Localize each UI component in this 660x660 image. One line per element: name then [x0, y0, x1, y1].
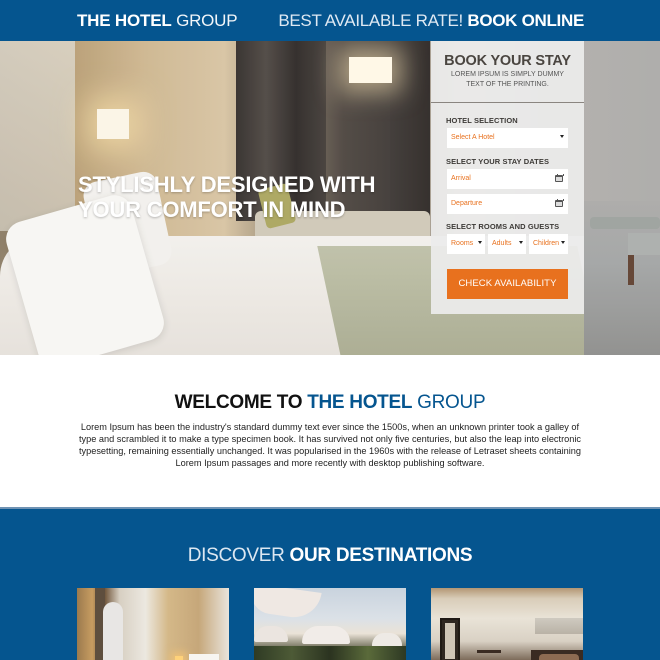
- booking-subtitle-line2: TEXT OF THE PRINTING.: [466, 80, 549, 88]
- welcome-body: Lorem Ipsum has been the industry's stan…: [78, 422, 582, 468]
- welcome-title: WELCOME TO THE HOTEL GROUP: [0, 392, 660, 414]
- hotel-select[interactable]: Select A Hotel: [447, 128, 568, 148]
- brand-logo[interactable]: THE HOTEL GROUP: [77, 11, 238, 31]
- card-door-hanger: [103, 602, 123, 660]
- rooms-guests-label: SELECT ROOMS AND GUESTS: [446, 222, 560, 231]
- hero-headline: STYLISHLY DESIGNED WITH YOUR COMFORT IN …: [78, 172, 376, 222]
- card-umbrella: [372, 633, 402, 647]
- card-umbrella: [254, 588, 322, 621]
- booking-form: BOOK YOUR STAY LOREM IPSUM IS SIMPLY DUM…: [431, 41, 584, 314]
- destination-card-1[interactable]: [77, 588, 229, 660]
- book-online-link[interactable]: BOOK ONLINE: [467, 11, 584, 30]
- check-availability-button[interactable]: CHECK AVAILABILITY: [447, 269, 568, 299]
- booking-subtitle: LOREM IPSUM IS SIMPLY DUMMY TEXT OF THE …: [431, 70, 584, 89]
- arrival-placeholder: Arrival: [451, 175, 471, 182]
- card-mirror: [440, 618, 460, 660]
- rate-banner: BEST AVAILABLE RATE! BOOK ONLINE: [278, 11, 584, 31]
- hotel-selection-label: HOTEL SELECTION: [446, 116, 518, 125]
- children-select-value: Children: [533, 240, 560, 247]
- brand-name-bold: THE HOTEL: [77, 11, 172, 30]
- welcome-title-brand-light: GROUP: [417, 392, 486, 413]
- card-umbrella: [254, 626, 288, 642]
- welcome-title-brand-bold: THE HOTEL: [307, 392, 413, 413]
- children-select[interactable]: Children: [529, 234, 568, 254]
- card-umbrella: [302, 626, 350, 644]
- card-artwork: [535, 618, 583, 634]
- card-shelf: [477, 650, 501, 653]
- welcome-title-dark: WELCOME TO: [174, 392, 303, 413]
- booking-subtitle-line1: LOREM IPSUM IS SIMPLY DUMMY: [451, 71, 564, 78]
- chevron-down-icon: [519, 241, 523, 244]
- rooms-select[interactable]: Rooms: [447, 234, 485, 254]
- card-trees: [254, 646, 406, 660]
- hotel-select-value: Select A Hotel: [451, 134, 495, 141]
- destination-card-2[interactable]: [254, 588, 406, 660]
- chevron-down-icon: [561, 241, 565, 244]
- destinations-section: DISCOVER OUR DESTINATIONS: [0, 507, 660, 660]
- brand-name-light: GROUP: [176, 11, 238, 30]
- stay-dates-label: SELECT YOUR STAY DATES: [446, 157, 550, 166]
- welcome-section: WELCOME TO THE HOTEL GROUP Lorem Ipsum h…: [0, 355, 660, 507]
- departure-date-input[interactable]: Departure: [447, 194, 568, 214]
- card-pillows: [539, 654, 579, 660]
- rate-text: BEST AVAILABLE RATE!: [278, 11, 463, 30]
- chevron-down-icon: [560, 135, 564, 138]
- destination-card-3[interactable]: [431, 588, 583, 660]
- departure-placeholder: Departure: [451, 200, 483, 207]
- chevron-down-icon: [478, 241, 482, 244]
- destinations-title-bold: OUR DESTINATIONS: [289, 545, 473, 566]
- top-header: THE HOTEL GROUP BEST AVAILABLE RATE! BOO…: [0, 0, 660, 41]
- calendar-icon[interactable]: [555, 173, 564, 182]
- hero-headline-line2: YOUR COMFORT IN MIND: [78, 197, 346, 222]
- calendar-icon[interactable]: [555, 198, 564, 207]
- booking-divider: [431, 102, 584, 103]
- booking-title: BOOK YOUR STAY: [444, 53, 571, 69]
- destinations-title-light: DISCOVER: [187, 545, 285, 566]
- card-bed: [189, 654, 219, 660]
- arrival-date-input[interactable]: Arrival: [447, 169, 568, 189]
- rooms-select-value: Rooms: [451, 240, 474, 247]
- adults-select-value: Adults: [492, 240, 512, 247]
- card-lamp: [175, 656, 183, 660]
- adults-select[interactable]: Adults: [488, 234, 526, 254]
- hero-headline-line1: STYLISHLY DESIGNED WITH: [78, 172, 376, 197]
- destinations-title: DISCOVER OUR DESTINATIONS: [0, 545, 660, 567]
